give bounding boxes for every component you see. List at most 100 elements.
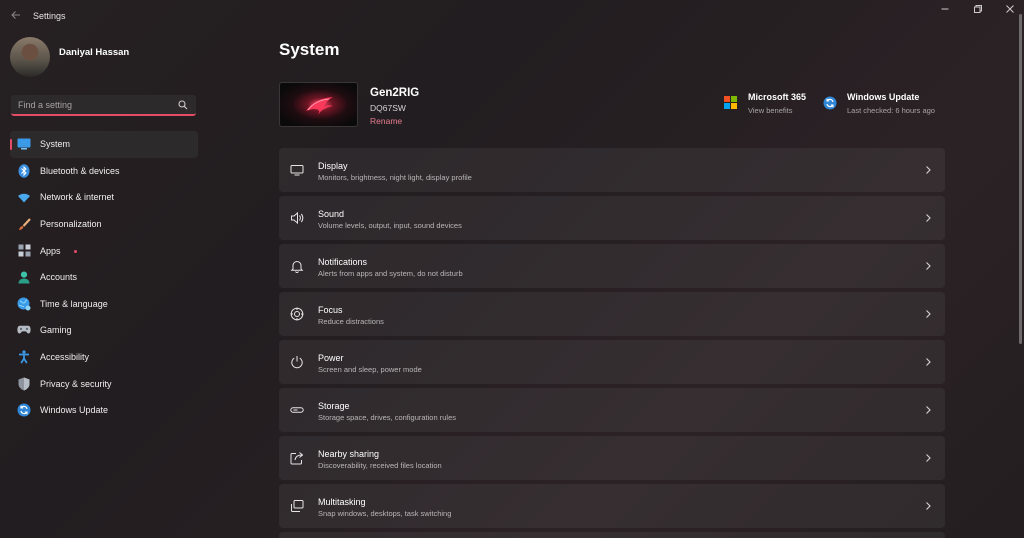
app-title: Settings	[33, 11, 66, 21]
setting-notifications[interactable]: Notifications Alerts from apps and syste…	[279, 244, 945, 288]
chevron-right-icon	[926, 454, 931, 462]
setting-nearby-sharing[interactable]: Nearby sharing Discoverability, received…	[279, 436, 945, 480]
sidebar-item-system[interactable]: System	[10, 131, 198, 158]
setting-subtitle: Snap windows, desktops, task switching	[318, 509, 452, 518]
minimize-icon	[941, 8, 949, 10]
sidebar-item-accounts[interactable]: Accounts	[10, 264, 198, 291]
sidebar-item-label: Accounts	[40, 272, 78, 283]
system-icon	[17, 137, 31, 151]
sidebar-item-bluetooth[interactable]: Bluetooth & devices	[10, 158, 198, 185]
sidebar-item-label: Privacy & security	[40, 378, 112, 389]
apps-icon	[17, 244, 31, 258]
close-button[interactable]	[1000, 4, 1020, 16]
sidebar-item-label: Bluetooth & devices	[40, 165, 120, 176]
shield-icon	[17, 377, 31, 391]
setting-title: Sound	[318, 209, 345, 219]
back-arrow-icon	[11, 11, 20, 19]
update-icon	[17, 403, 31, 417]
chevron-right-icon	[926, 406, 931, 414]
sidebar-item-apps[interactable]: Apps	[10, 237, 198, 264]
device-name: Gen2RIG	[370, 87, 420, 99]
sidebar-item-label: Apps	[40, 245, 61, 256]
search-input[interactable]	[18, 99, 168, 111]
search-box[interactable]	[11, 95, 196, 116]
setting-subtitle: Monitors, brightness, night light, displ…	[318, 173, 472, 182]
chevron-right-icon	[926, 214, 931, 222]
update-icon	[823, 96, 837, 110]
sidebar-nav: System Bluetooth & devices Network & int…	[10, 131, 198, 424]
sidebar-item-windows-update[interactable]: Windows Update	[10, 397, 198, 424]
sidebar-item-label: Personalization	[40, 219, 102, 230]
bell-icon	[290, 261, 304, 273]
back-button[interactable]	[8, 9, 24, 23]
setting-title: Multitasking	[318, 497, 366, 507]
storage-icon	[290, 407, 304, 413]
search-icon[interactable]	[178, 100, 188, 110]
page-title: System	[279, 40, 340, 59]
setting-subtitle: Screen and sleep, power mode	[318, 365, 422, 374]
chevron-right-icon	[926, 262, 931, 270]
chevron-right-icon	[926, 358, 931, 366]
brush-icon	[17, 217, 31, 231]
setting-subtitle: Alerts from apps and system, do not dist…	[318, 269, 463, 278]
focus-icon	[290, 307, 304, 321]
sidebar-item-time-language[interactable]: Time & language	[10, 291, 198, 318]
setting-focus[interactable]: Focus Reduce distractions	[279, 292, 945, 336]
sidebar-item-personalization[interactable]: Personalization	[10, 211, 198, 238]
accessibility-icon	[17, 350, 31, 364]
device-wallpaper-thumbnail	[279, 82, 358, 127]
windows-update-link[interactable]: Windows Update Last checked: 6 hours ago	[823, 92, 945, 120]
sidebar-item-label: Accessibility	[40, 352, 90, 363]
setting-title: Storage	[318, 401, 350, 411]
multitasking-icon	[291, 500, 304, 512]
bluetooth-icon	[17, 164, 31, 178]
setting-subtitle: Volume levels, output, input, sound devi…	[318, 221, 462, 230]
rog-logo-icon	[306, 97, 333, 115]
accounts-icon	[17, 270, 31, 284]
setting-subtitle: Discoverability, received files location	[318, 461, 442, 470]
sidebar-item-label: Time & language	[40, 298, 108, 309]
share-icon	[290, 452, 304, 465]
setting-storage[interactable]: Storage Storage space, drives, configura…	[279, 388, 945, 432]
setting-title: Power	[318, 353, 344, 363]
sidebar-item-label: Windows Update	[40, 405, 109, 416]
sidebar-item-label: System	[40, 139, 71, 150]
user-name: Daniyal Hassan	[59, 47, 130, 58]
quick-link-title: Microsoft 365	[748, 92, 807, 102]
chevron-right-icon	[926, 166, 931, 174]
notification-dot	[74, 250, 77, 254]
title-bar: Settings	[0, 0, 1024, 32]
quick-link-subtitle: Last checked: 6 hours ago	[847, 106, 935, 115]
rename-link[interactable]: Rename	[370, 116, 402, 126]
setting-next-partial[interactable]	[279, 532, 945, 538]
maximize-button[interactable]	[968, 4, 988, 16]
avatar	[10, 37, 50, 77]
setting-subtitle: Reduce distractions	[318, 317, 384, 326]
setting-subtitle: Storage space, drives, configuration rul…	[318, 413, 456, 422]
setting-sound[interactable]: Sound Volume levels, output, input, soun…	[279, 196, 945, 240]
minimize-button[interactable]	[935, 4, 955, 16]
sidebar-item-network[interactable]: Network & internet	[10, 184, 198, 211]
quick-link-title: Windows Update	[847, 92, 920, 102]
close-icon	[1006, 5, 1014, 13]
sidebar-item-accessibility[interactable]: Accessibility	[10, 344, 198, 371]
setting-power[interactable]: Power Screen and sleep, power mode	[279, 340, 945, 384]
microsoft-365-link[interactable]: Microsoft 365 View benefits	[724, 92, 824, 120]
settings-list: Display Monitors, brightness, night ligh…	[279, 148, 945, 532]
quick-link-subtitle: View benefits	[748, 106, 793, 115]
gamepad-icon	[17, 323, 31, 337]
globe-icon	[17, 297, 31, 311]
speaker-icon	[291, 211, 304, 225]
sidebar-item-label: Network & internet	[40, 192, 115, 203]
power-icon	[291, 356, 303, 369]
sidebar-item-privacy[interactable]: Privacy & security	[10, 370, 198, 397]
setting-title: Nearby sharing	[318, 449, 380, 459]
selection-indicator	[10, 139, 12, 150]
setting-multitasking[interactable]: Multitasking Snap windows, desktops, tas…	[279, 484, 945, 528]
microsoft-logo-icon	[724, 96, 737, 109]
sidebar-item-gaming[interactable]: Gaming	[10, 317, 198, 344]
restore-icon	[974, 5, 982, 13]
setting-display[interactable]: Display Monitors, brightness, night ligh…	[279, 148, 945, 192]
scrollbar[interactable]	[1019, 14, 1022, 344]
sidebar-item-label: Gaming	[40, 325, 72, 336]
